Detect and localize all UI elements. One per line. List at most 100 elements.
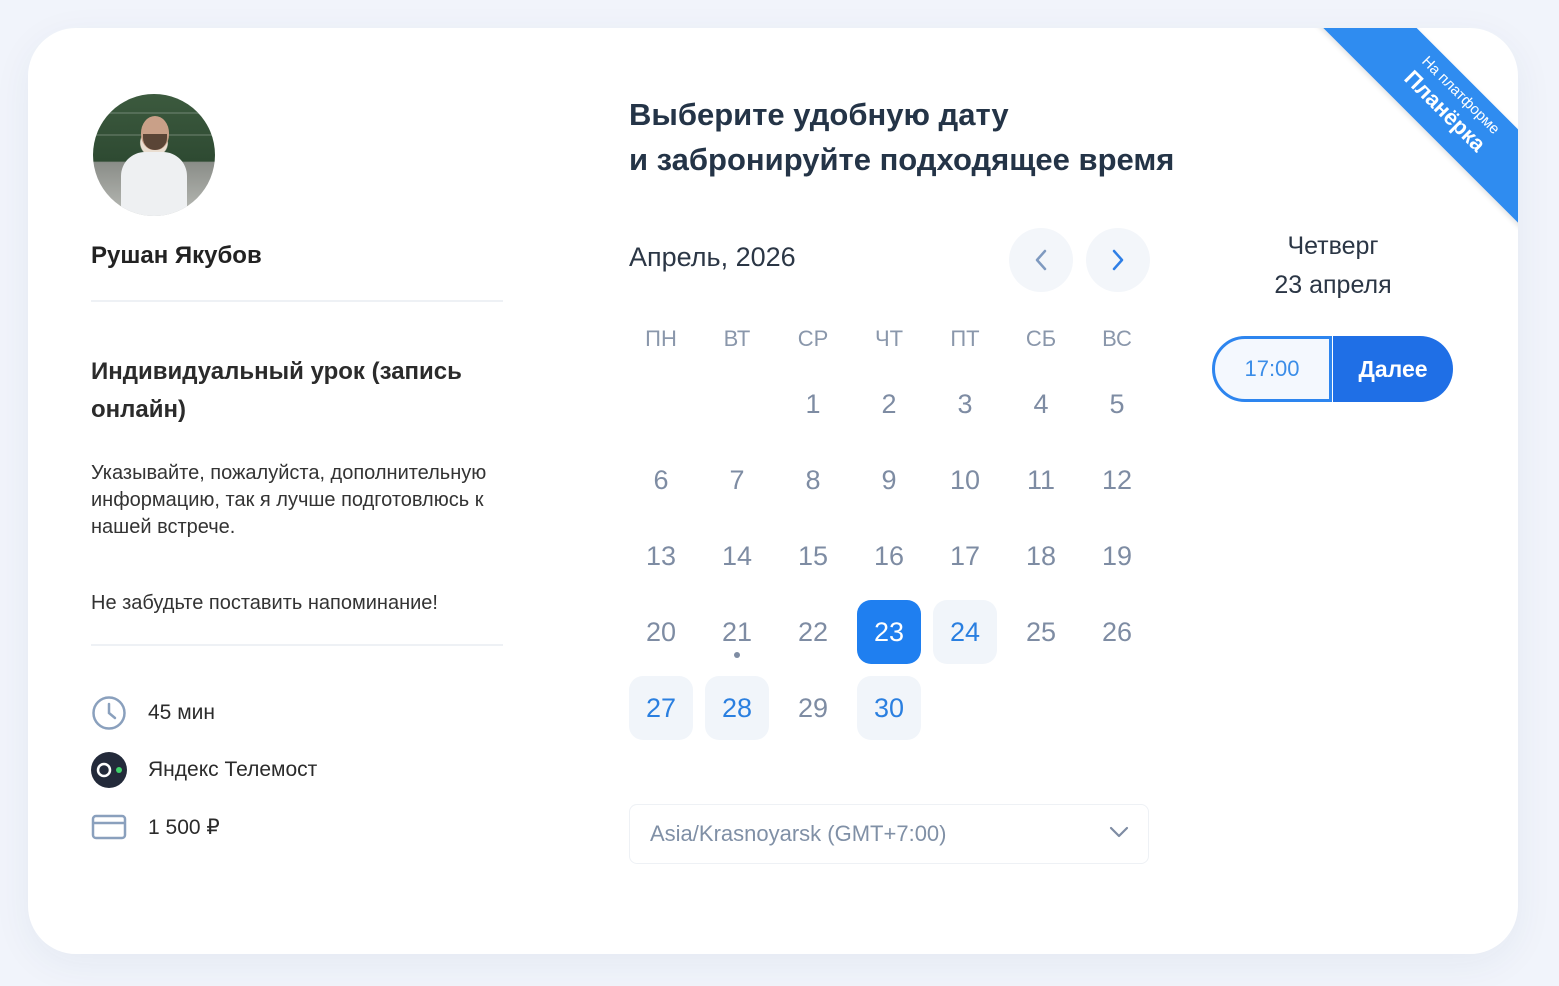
divider <box>91 300 503 302</box>
calendar-day[interactable]: 24 <box>933 600 997 664</box>
day-number: 17 <box>949 540 981 571</box>
weekday-label: СР <box>797 326 829 351</box>
calendar-day: 8 <box>781 448 845 512</box>
divider <box>91 644 503 646</box>
day-number: 13 <box>645 540 677 571</box>
calendar-day[interactable]: 27 <box>629 676 693 740</box>
day-number: 2 <box>881 388 897 419</box>
day-number: 28 <box>721 692 753 723</box>
day-number: 26 <box>1101 616 1133 647</box>
day-number: 12 <box>1101 464 1133 495</box>
duration-text: 45 мин <box>148 701 215 724</box>
calendar-day: 29 <box>781 676 845 740</box>
day-number: 6 <box>653 464 669 495</box>
day-number: 4 <box>1033 388 1049 419</box>
calendar-day: 19 <box>1085 524 1149 588</box>
page-heading: Выберите удобную дату и забронируйте под… <box>629 97 1175 177</box>
event-title: Индивидуальный урок (запись онлайн) <box>91 358 462 423</box>
day-number: 3 <box>957 388 973 419</box>
event-description: Указывайте, пожалуйста, дополнительную и… <box>91 462 487 538</box>
next-button[interactable]: Далее <box>1333 336 1453 402</box>
platform-row: Яндекс Телемост <box>91 752 317 788</box>
day-number: 21 <box>721 616 753 647</box>
calendar-day: 4 <box>1009 372 1073 436</box>
timezone-value: Asia/Krasnoyarsk (GMT+7:00) <box>650 821 947 846</box>
time-slot-button[interactable]: 17:00 <box>1212 336 1332 402</box>
calendar-day: 10 <box>933 448 997 512</box>
chevron-down-icon <box>1109 826 1129 838</box>
day-number: 9 <box>881 464 897 495</box>
calendar-day: 9 <box>857 448 921 512</box>
day-number: 15 <box>797 540 829 571</box>
calendar-day: 25 <box>1009 600 1073 664</box>
host-avatar <box>93 94 215 216</box>
event-reminder: Не забудьте поставить напоминание! <box>91 592 438 614</box>
day-number: 22 <box>797 616 829 647</box>
telemost-icon <box>91 752 127 788</box>
day-number: 29 <box>797 692 829 723</box>
prev-month-button[interactable] <box>1009 228 1073 292</box>
calendar-day: 13 <box>629 524 693 588</box>
weekday-label: СБ <box>1025 326 1057 351</box>
day-number: 16 <box>873 540 905 571</box>
clock-icon <box>91 695 127 731</box>
chevron-left-icon <box>1035 249 1047 271</box>
weekday-label: ЧТ <box>874 326 904 351</box>
weekday-label: ВТ <box>723 326 751 351</box>
calendar-day: 3 <box>933 372 997 436</box>
calendar-day: 21 <box>705 600 769 664</box>
calendar-day: 5 <box>1085 372 1149 436</box>
selected-date: 23 апреля <box>1274 271 1392 299</box>
calendar-day[interactable]: 30 <box>857 676 921 740</box>
host-name: Рушан Якубов <box>91 242 262 269</box>
timezone-select[interactable]: Asia/Krasnoyarsk (GMT+7:00) <box>629 804 1149 864</box>
calendar-day: 7 <box>705 448 769 512</box>
calendar-day: 11 <box>1009 448 1073 512</box>
platform-ribbon[interactable]: На платформе Планёрка <box>1312 28 1518 230</box>
calendar-day-selected[interactable]: 23 <box>857 600 921 664</box>
weekday-label: ВС <box>1102 326 1132 351</box>
day-number: 5 <box>1109 388 1125 419</box>
ribbon-caption: На платформе <box>1418 52 1504 138</box>
day-number: 30 <box>873 692 905 723</box>
calendar-day: 1 <box>781 372 845 436</box>
duration-row: 45 мин <box>91 695 215 731</box>
calendar-day: 14 <box>705 524 769 588</box>
credit-card-icon <box>91 809 127 845</box>
calendar-day: 22 <box>781 600 845 664</box>
calendar-day: 16 <box>857 524 921 588</box>
day-number: 18 <box>1025 540 1057 571</box>
day-number: 20 <box>645 616 677 647</box>
today-dot <box>734 652 740 658</box>
day-number: 11 <box>1026 464 1056 495</box>
day-number: 27 <box>645 692 677 723</box>
calendar-day: 20 <box>629 600 693 664</box>
calendar-day: 18 <box>1009 524 1073 588</box>
next-month-button[interactable] <box>1086 228 1150 292</box>
booking-card: На платформе Планёрка Рушан Якубов Индив… <box>28 28 1518 954</box>
price-text: 1 500 ₽ <box>148 815 220 839</box>
day-number: 1 <box>805 388 821 419</box>
day-number: 23 <box>873 616 905 647</box>
calendar-day: 26 <box>1085 600 1149 664</box>
chevron-right-icon <box>1112 249 1124 271</box>
weekday-label: ПТ <box>950 326 980 351</box>
day-number: 10 <box>949 464 981 495</box>
day-number: 19 <box>1101 540 1133 571</box>
calendar-day: 15 <box>781 524 845 588</box>
price-row: 1 500 ₽ <box>91 809 220 845</box>
platform-text: Яндекс Телемост <box>148 758 318 781</box>
day-number: 24 <box>949 616 981 647</box>
day-number: 7 <box>729 464 745 495</box>
calendar-day: 12 <box>1085 448 1149 512</box>
day-number: 14 <box>721 540 753 571</box>
weekday-label: ПН <box>645 326 677 351</box>
month-label: Апрель, 2026 <box>629 242 796 272</box>
selected-weekday: Четверг <box>1287 232 1379 260</box>
calendar-day: 2 <box>857 372 921 436</box>
calendar-day: 6 <box>629 448 693 512</box>
calendar-day[interactable]: 28 <box>705 676 769 740</box>
day-number: 25 <box>1025 616 1057 647</box>
calendar-day: 17 <box>933 524 997 588</box>
day-number: 8 <box>805 464 821 495</box>
